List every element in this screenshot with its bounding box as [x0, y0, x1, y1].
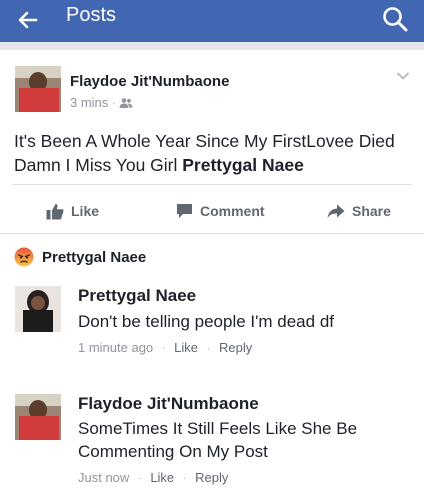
comment-label: Comment	[200, 203, 265, 219]
comment-text: Don't be telling people I'm dead df	[78, 312, 334, 331]
comment-button[interactable]: Comment	[176, 196, 265, 226]
like-label: Like	[71, 203, 100, 219]
meta-dot: ·	[183, 472, 187, 483]
angry-reaction-icon	[14, 247, 34, 267]
search-button[interactable]	[380, 4, 410, 34]
comment-icon	[177, 204, 192, 218]
actions-separator	[0, 233, 424, 234]
avatar[interactable]	[15, 394, 61, 440]
share-icon	[327, 204, 345, 218]
friends-icon	[119, 97, 133, 108]
post-menu-button[interactable]	[396, 68, 410, 86]
comment-reply-link[interactable]: Reply	[195, 470, 228, 485]
chevron-down-icon	[396, 72, 410, 80]
comment-text: SomeTimes It Still Feels Like She Be Com…	[78, 419, 358, 461]
comment-like-link[interactable]: Like	[150, 470, 174, 485]
back-button[interactable]	[12, 5, 42, 35]
post-meta: 3 mins ·	[70, 95, 133, 110]
comment-time[interactable]: 1 minute ago	[78, 340, 153, 355]
avatar[interactable]	[15, 66, 61, 112]
reactions-row[interactable]: Prettygal Naee	[14, 246, 146, 268]
post-author[interactable]: Flaydoe Jit'Numbaone	[70, 73, 229, 90]
comment-author[interactable]: Prettygal Naee	[78, 286, 196, 306]
comment-meta: Just now · Like · Reply	[78, 470, 228, 485]
meta-dot: ·	[138, 472, 142, 483]
comment-meta: 1 minute ago · Like · Reply	[78, 340, 252, 355]
post-actions: Like Comment Share	[0, 196, 424, 226]
post-divider	[12, 184, 412, 185]
tagged-user-link[interactable]: Prettygal Naee	[182, 155, 304, 175]
avatar[interactable]	[15, 286, 61, 332]
post-text: It's Been A Whole Year Since My FirstLov…	[14, 129, 410, 177]
comment-time[interactable]: Just now	[78, 470, 129, 485]
share-label: Share	[352, 203, 391, 219]
top-app-bar: Posts	[0, 0, 424, 42]
header-separator	[0, 42, 424, 50]
thumbs-up-icon	[46, 203, 64, 219]
comment-author[interactable]: Flaydoe Jit'Numbaone	[78, 394, 259, 414]
comment-reply-link[interactable]: Reply	[219, 340, 252, 355]
meta-dot: ·	[207, 342, 211, 353]
page-title: Posts	[66, 4, 117, 26]
meta-dot: ·	[112, 97, 116, 108]
search-icon	[383, 7, 408, 32]
meta-dot: ·	[162, 342, 166, 353]
arrow-left-icon	[18, 11, 38, 29]
share-button[interactable]: Share	[327, 196, 391, 226]
post-time[interactable]: 3 mins	[70, 95, 108, 110]
like-button[interactable]: Like	[46, 196, 99, 226]
comment-like-link[interactable]: Like	[174, 340, 198, 355]
reactor-name[interactable]: Prettygal Naee	[42, 249, 146, 266]
